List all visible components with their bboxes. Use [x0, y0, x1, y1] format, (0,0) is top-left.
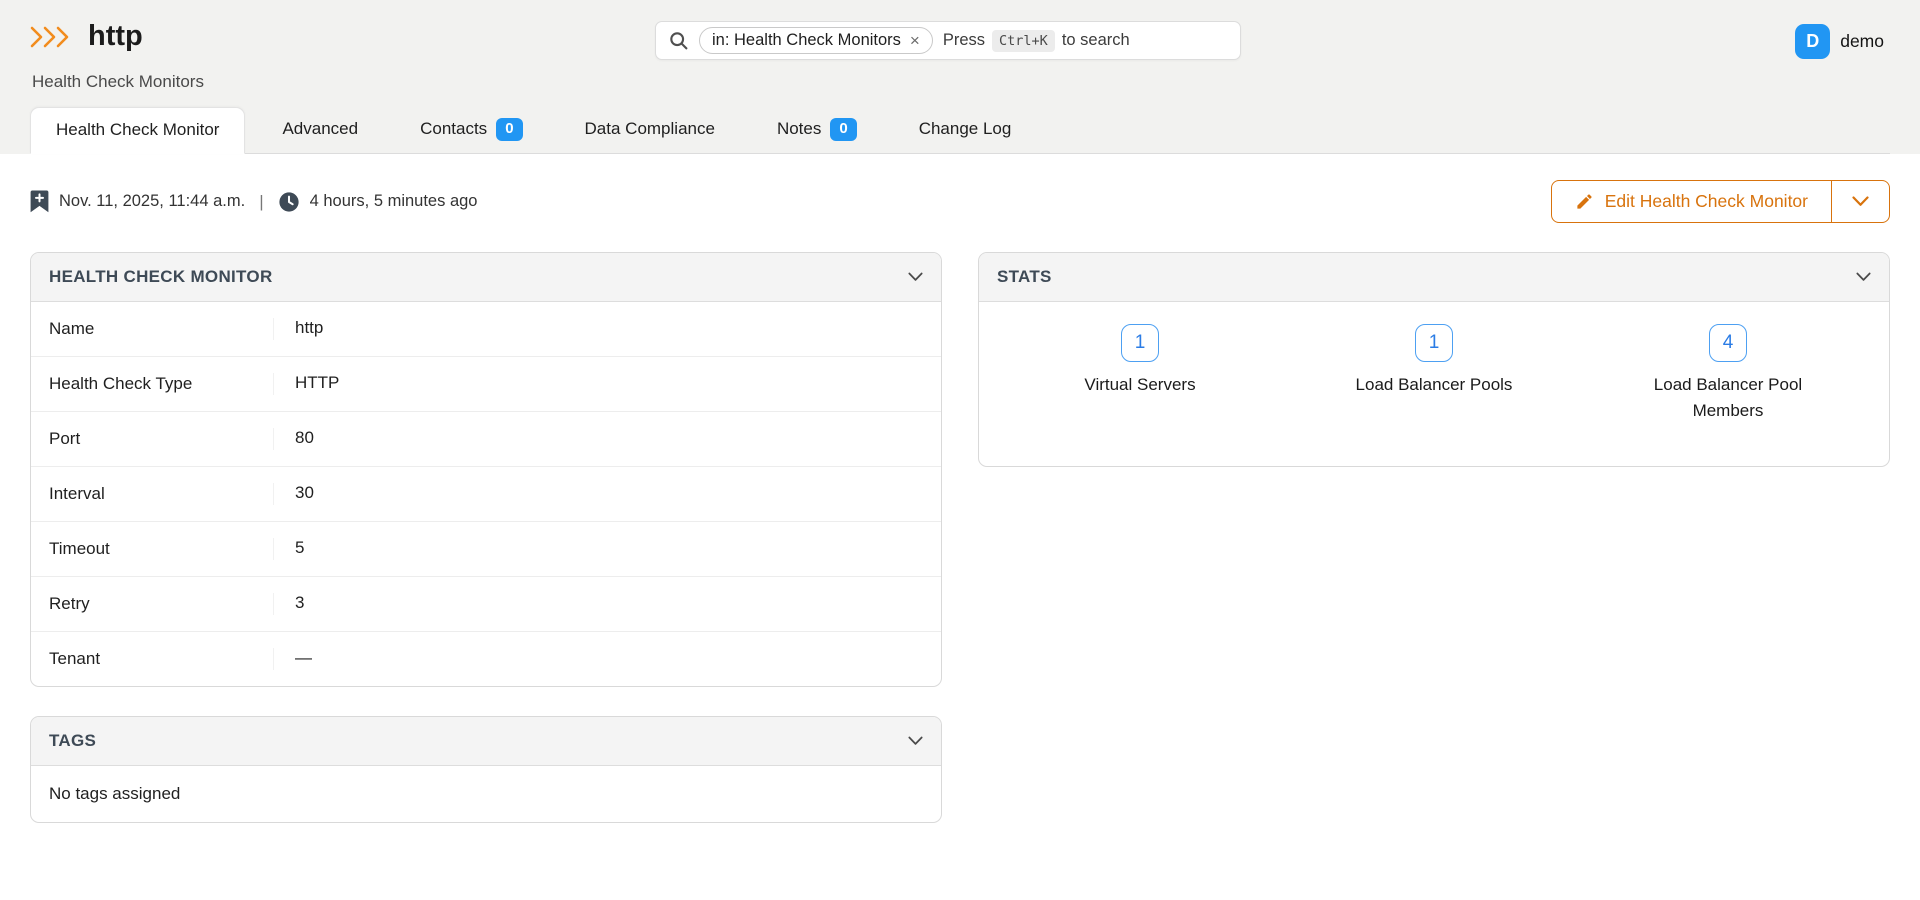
bookmark-plus-icon[interactable]: [30, 190, 49, 213]
tab-label: Change Log: [919, 119, 1012, 139]
tags-empty-text: No tags assigned: [31, 766, 941, 822]
search-hint-suffix: to search: [1062, 31, 1130, 50]
top-bar: http in: Health Check Monitors × Press C…: [30, 0, 1890, 70]
attr-label: Port: [49, 429, 273, 449]
record-timestamps: Nov. 11, 2025, 11:44 a.m. | 4 hours, 5 m…: [30, 190, 477, 213]
brand: http: [30, 22, 143, 51]
card-title: TAGS: [49, 731, 96, 751]
chevron-down-icon: [1852, 196, 1869, 207]
attr-label: Interval: [49, 484, 273, 504]
breadcrumb[interactable]: Health Check Monitors: [30, 70, 1890, 92]
notes-count-badge: 0: [830, 118, 856, 141]
tab-change-log[interactable]: Change Log: [894, 107, 1037, 153]
health-check-monitor-card: HEALTH CHECK MONITOR Name http Health Ch…: [30, 252, 942, 687]
search-scope-chip[interactable]: in: Health Check Monitors ×: [699, 27, 933, 54]
username: demo: [1840, 31, 1884, 52]
global-search-input[interactable]: in: Health Check Monitors × Press Ctrl+K…: [655, 21, 1241, 60]
tab-label: Contacts: [420, 119, 487, 139]
left-column: HEALTH CHECK MONITOR Name http Health Ch…: [30, 252, 942, 823]
avatar[interactable]: D: [1795, 24, 1830, 59]
record-meta-row: Nov. 11, 2025, 11:44 a.m. | 4 hours, 5 m…: [30, 178, 1890, 226]
tab-health-check-monitor[interactable]: Health Check Monitor: [30, 107, 245, 154]
stat-count-button[interactable]: 1: [1121, 324, 1160, 362]
stat-load-balancer-pool-members: 4 Load Balancer Pool Members: [1581, 324, 1875, 425]
page-title: http: [88, 22, 143, 51]
tab-data-compliance[interactable]: Data Compliance: [560, 107, 740, 153]
attr-label: Name: [49, 319, 273, 339]
collapse-chevron-icon[interactable]: [908, 272, 923, 282]
search-hint: Press Ctrl+K to search: [943, 30, 1130, 52]
card-title: HEALTH CHECK MONITOR: [49, 267, 273, 287]
table-row: Port 80: [31, 412, 941, 467]
health-check-monitor-card-header: HEALTH CHECK MONITOR: [31, 253, 941, 302]
tab-label: Health Check Monitor: [56, 120, 219, 140]
attr-label: Timeout: [49, 539, 273, 559]
stat-count-button[interactable]: 1: [1415, 324, 1454, 362]
search-hint-prefix: Press: [943, 31, 985, 50]
page-header: http in: Health Check Monitors × Press C…: [0, 0, 1920, 154]
stat-load-balancer-pools: 1 Load Balancer Pools: [1287, 324, 1581, 425]
edit-health-check-monitor-button[interactable]: Edit Health Check Monitor: [1552, 181, 1831, 222]
keyboard-shortcut-badge: Ctrl+K: [992, 30, 1055, 52]
created-datetime: Nov. 11, 2025, 11:44 a.m.: [59, 192, 245, 211]
tab-label: Advanced: [282, 119, 358, 139]
stat-label: Load Balancer Pools: [1356, 372, 1513, 398]
tab-advanced[interactable]: Advanced: [257, 107, 383, 153]
clock-icon: [278, 191, 300, 213]
tab-notes[interactable]: Notes 0: [752, 107, 882, 153]
table-row: Retry 3: [31, 577, 941, 632]
attr-label: Health Check Type: [49, 374, 273, 394]
attr-value: http: [273, 318, 923, 340]
edit-split-button: Edit Health Check Monitor: [1551, 180, 1890, 223]
right-column: STATS 1 Virtual Servers 1 Load Balancer …: [978, 252, 1890, 468]
stat-count-button[interactable]: 4: [1709, 324, 1748, 362]
attr-value: 80: [273, 428, 923, 450]
main-content: Nov. 11, 2025, 11:44 a.m. | 4 hours, 5 m…: [0, 154, 1920, 853]
stat-label: Load Balancer Pool Members: [1621, 372, 1836, 425]
tab-bar: Health Check Monitor Advanced Contacts 0…: [30, 107, 1890, 154]
attr-value: HTTP: [273, 373, 923, 395]
pencil-icon: [1575, 192, 1594, 211]
attr-value: —: [273, 648, 923, 670]
card-title: STATS: [997, 267, 1052, 287]
tags-card-header: TAGS: [31, 717, 941, 766]
user-menu[interactable]: D demo: [1795, 24, 1884, 59]
table-row: Health Check Type HTTP: [31, 357, 941, 412]
attr-value: 3: [273, 593, 923, 615]
tab-contacts[interactable]: Contacts 0: [395, 107, 547, 153]
attr-value: 5: [273, 538, 923, 560]
collapse-chevron-icon[interactable]: [1856, 272, 1871, 282]
table-row: Interval 30: [31, 467, 941, 522]
stats-body: 1 Virtual Servers 1 Load Balancer Pools …: [979, 302, 1889, 467]
tags-card: TAGS No tags assigned: [30, 716, 942, 823]
chip-close-icon[interactable]: ×: [910, 32, 920, 49]
edit-dropdown-toggle[interactable]: [1831, 181, 1889, 222]
table-row: Tenant —: [31, 632, 941, 686]
search-icon: [668, 30, 689, 51]
edit-button-label: Edit Health Check Monitor: [1605, 191, 1808, 212]
stat-virtual-servers: 1 Virtual Servers: [993, 324, 1287, 425]
app-logo-icon: [30, 26, 74, 48]
tab-label: Notes: [777, 119, 821, 139]
last-updated-relative: 4 hours, 5 minutes ago: [310, 192, 478, 211]
contacts-count-badge: 0: [496, 118, 522, 141]
cards-grid: HEALTH CHECK MONITOR Name http Health Ch…: [30, 252, 1890, 823]
table-row: Timeout 5: [31, 522, 941, 577]
collapse-chevron-icon[interactable]: [908, 736, 923, 746]
meta-separator: |: [259, 192, 263, 212]
attr-value: 30: [273, 483, 923, 505]
attr-label: Tenant: [49, 649, 273, 669]
stat-label: Virtual Servers: [1084, 372, 1195, 398]
stats-card: STATS 1 Virtual Servers 1 Load Balancer …: [978, 252, 1890, 468]
stats-card-header: STATS: [979, 253, 1889, 302]
tab-label: Data Compliance: [585, 119, 715, 139]
attr-label: Retry: [49, 594, 273, 614]
search-scope-label: in: Health Check Monitors: [712, 31, 901, 50]
table-row: Name http: [31, 302, 941, 357]
